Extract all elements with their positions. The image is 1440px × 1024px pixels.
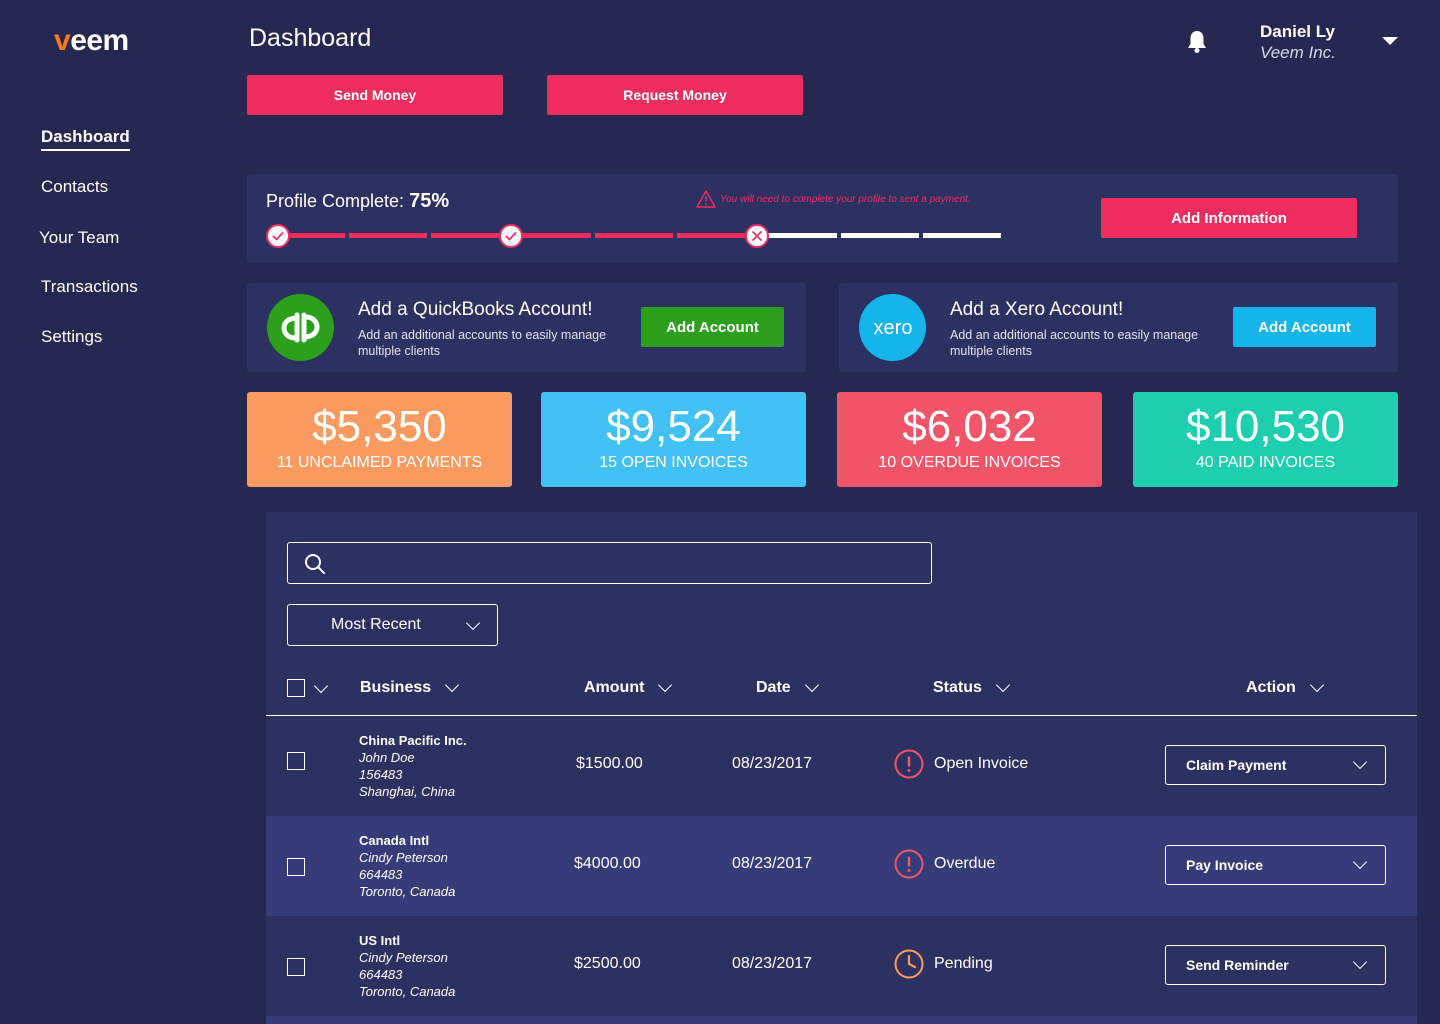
- add-quickbooks-account-button[interactable]: Add Account: [641, 307, 784, 347]
- date-cell: 08/23/2017: [732, 855, 813, 872]
- stat-card-overdue-invoices[interactable]: $6,032 10 Overdue invoices: [837, 392, 1102, 487]
- quickbooks-logo-icon: [267, 294, 334, 361]
- date-cell: 08/23/2017: [732, 755, 813, 772]
- business-cell: US Intl Cindy Peterson 664483 Toronto, C…: [359, 933, 456, 999]
- profile-warning: You will need to complete your profile t…: [696, 190, 971, 208]
- quickbooks-subtitle: Add an additional accounts to easily man…: [358, 328, 607, 358]
- step-complete-checkmark-icon: [266, 224, 290, 248]
- request-money-button[interactable]: Request Money: [547, 75, 803, 115]
- chevron-down-icon: [658, 677, 673, 693]
- chevron-down-icon: [1352, 854, 1368, 870]
- row-action-dropdown[interactable]: Send Reminder: [1165, 945, 1386, 985]
- column-header-amount[interactable]: Amount: [584, 677, 673, 697]
- progress-segment: [841, 233, 919, 238]
- chevron-down-icon: [1309, 677, 1324, 693]
- stat-card-unclaimed[interactable]: $5,350 11 Unclaimed payments: [247, 392, 512, 487]
- progress-segment: [349, 233, 427, 238]
- column-header-action[interactable]: Action: [1246, 677, 1324, 697]
- chevron-down-icon: [1352, 754, 1368, 770]
- status-cell: Open Invoice: [894, 749, 1028, 779]
- date-cell: 08/23/2017: [732, 955, 813, 972]
- add-information-button[interactable]: Add Information: [1101, 198, 1357, 238]
- row-checkbox[interactable]: [287, 752, 305, 770]
- sidebar-item-your-team[interactable]: Your Team: [39, 228, 119, 248]
- add-xero-account-button[interactable]: Add Account: [1233, 307, 1376, 347]
- sidebar-item-dashboard[interactable]: Dashboard: [41, 127, 130, 151]
- sort-dropdown-value: Most Recent: [331, 616, 421, 633]
- table-row: [266, 1016, 1417, 1024]
- chevron-down-icon: [1352, 954, 1368, 970]
- stat-label: 11 Unclaimed payments: [276, 454, 483, 471]
- xero-title: Add a Xero Account!: [950, 299, 1124, 320]
- xero-subtitle: Add an additional accounts to easily man…: [950, 328, 1199, 358]
- veem-logo[interactable]: veem: [54, 24, 129, 58]
- status-cell: Overdue: [894, 849, 995, 879]
- send-money-button[interactable]: Send Money: [247, 75, 503, 115]
- stat-card-paid-invoices[interactable]: $10,530 40 Paid invoices: [1133, 392, 1398, 487]
- clock-icon: [894, 949, 924, 979]
- amount-cell: $2500.00: [574, 955, 641, 972]
- sidebar-item-settings[interactable]: Settings: [41, 327, 102, 347]
- alert-circle-icon: [894, 849, 924, 879]
- progress-segment: [515, 233, 591, 238]
- alert-circle-icon: [894, 749, 924, 779]
- sidebar-item-contacts[interactable]: Contacts: [41, 177, 108, 197]
- chevron-down-icon: [804, 677, 819, 693]
- profile-percent: 75%: [409, 190, 450, 212]
- chevron-down-icon: [995, 677, 1010, 693]
- amount-cell: $4000.00: [574, 855, 641, 872]
- bell-icon[interactable]: [1186, 29, 1208, 55]
- user-name: Daniel Ly: [1260, 22, 1335, 41]
- search-input[interactable]: [287, 542, 932, 584]
- warning-icon: [696, 190, 716, 208]
- business-cell: Canada Intl Cindy Peterson 664483 Toront…: [359, 833, 456, 899]
- select-all-checkbox[interactable]: [287, 679, 305, 697]
- step-incomplete-x-icon: [745, 224, 769, 248]
- sidebar-item-transactions[interactable]: Transactions: [41, 277, 138, 297]
- page-title: Dashboard: [249, 24, 372, 52]
- status-cell: Pending: [894, 949, 993, 979]
- stat-label: 40 Paid invoices: [1195, 454, 1336, 471]
- row-action-dropdown[interactable]: Pay Invoice: [1165, 845, 1386, 885]
- row-checkbox[interactable]: [287, 958, 305, 976]
- quickbooks-title: Add a QuickBooks Account!: [358, 299, 593, 320]
- step-complete-checkmark-icon: [499, 224, 523, 248]
- column-header-status[interactable]: Status: [933, 677, 1010, 697]
- chevron-down-icon: [445, 677, 460, 693]
- user-org: Veem Inc.: [1260, 43, 1336, 62]
- column-header-business[interactable]: Business: [360, 677, 460, 697]
- amount-cell: $1500.00: [576, 755, 643, 772]
- progress-segment: [923, 233, 1001, 238]
- column-header-date[interactable]: Date: [756, 677, 819, 697]
- progress-segment: [595, 233, 673, 238]
- progress-segment: [760, 233, 837, 238]
- xero-logo-icon: xero: [859, 294, 926, 361]
- stat-label: 15 Open invoices: [599, 454, 748, 471]
- profile-complete-label: Profile Complete: 75%: [266, 190, 450, 212]
- business-cell: China Pacific Inc. John Doe 156483 Shang…: [359, 733, 467, 799]
- user-menu-caret-icon[interactable]: [1382, 37, 1398, 45]
- search-icon: [305, 554, 325, 574]
- row-checkbox[interactable]: [287, 858, 305, 876]
- stat-card-open-invoices[interactable]: $9,524 15 Open invoices: [541, 392, 806, 487]
- stat-value: $5,350: [312, 402, 447, 451]
- stat-label: 10 Overdue invoices: [878, 454, 1061, 471]
- sort-dropdown[interactable]: Most Recent: [287, 604, 498, 646]
- stat-value: $6,032: [902, 402, 1037, 451]
- stat-value: $9,524: [606, 402, 741, 451]
- svg-text:xero: xero: [873, 317, 912, 339]
- stat-value: $10,530: [1185, 402, 1346, 451]
- chevron-down-icon: [465, 615, 481, 631]
- row-action-dropdown[interactable]: Claim Payment: [1165, 745, 1386, 785]
